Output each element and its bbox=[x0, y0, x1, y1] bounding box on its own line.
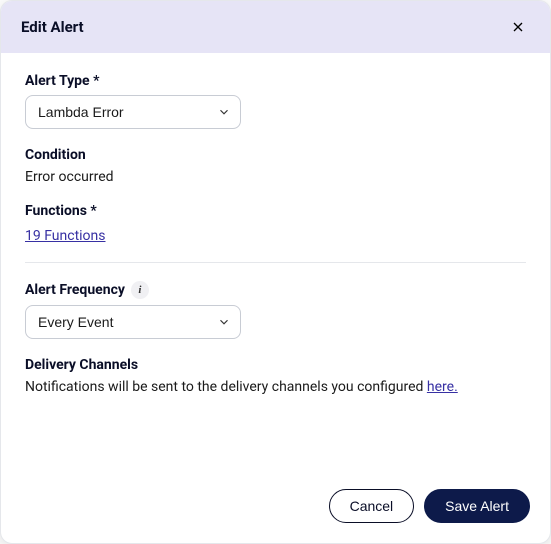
alert-type-select[interactable]: Lambda Error bbox=[25, 95, 241, 129]
edit-alert-dialog: Edit Alert Alert Type * Lambda Error Con… bbox=[0, 0, 551, 544]
delivery-channels-prefix: Notifications will be sent to the delive… bbox=[25, 379, 427, 395]
alert-type-field: Alert Type * Lambda Error bbox=[25, 73, 526, 129]
alert-frequency-select-wrap: Every Event bbox=[25, 305, 241, 339]
condition-label: Condition bbox=[25, 147, 526, 163]
section-divider bbox=[25, 262, 526, 263]
dialog-body: Alert Type * Lambda Error Condition Erro… bbox=[1, 53, 550, 473]
close-icon bbox=[510, 19, 526, 35]
dialog-header: Edit Alert bbox=[1, 1, 550, 53]
alert-type-label: Alert Type * bbox=[25, 73, 526, 89]
dialog-footer: Cancel Save Alert bbox=[1, 473, 550, 543]
functions-field: Functions * 19 Functions bbox=[25, 203, 526, 244]
functions-label: Functions * bbox=[25, 203, 526, 219]
functions-link[interactable]: 19 Functions bbox=[25, 228, 106, 244]
alert-frequency-field: Alert Frequency i Every Event bbox=[25, 281, 526, 339]
alert-frequency-select[interactable]: Every Event bbox=[25, 305, 241, 339]
close-button[interactable] bbox=[506, 15, 530, 39]
info-icon[interactable]: i bbox=[131, 281, 149, 299]
delivery-channels-label: Delivery Channels bbox=[25, 357, 526, 373]
condition-field: Condition Error occurred bbox=[25, 147, 526, 185]
dialog-title: Edit Alert bbox=[21, 18, 84, 36]
delivery-channels-text: Notifications will be sent to the delive… bbox=[25, 379, 526, 395]
delivery-channels-field: Delivery Channels Notifications will be … bbox=[25, 357, 526, 395]
cancel-button[interactable]: Cancel bbox=[329, 489, 415, 523]
alert-frequency-label: Alert Frequency i bbox=[25, 281, 526, 299]
save-button[interactable]: Save Alert bbox=[424, 489, 530, 523]
delivery-channels-link[interactable]: here. bbox=[427, 379, 458, 395]
condition-value: Error occurred bbox=[25, 169, 526, 185]
alert-type-select-wrap: Lambda Error bbox=[25, 95, 241, 129]
alert-frequency-label-text: Alert Frequency bbox=[25, 282, 125, 298]
